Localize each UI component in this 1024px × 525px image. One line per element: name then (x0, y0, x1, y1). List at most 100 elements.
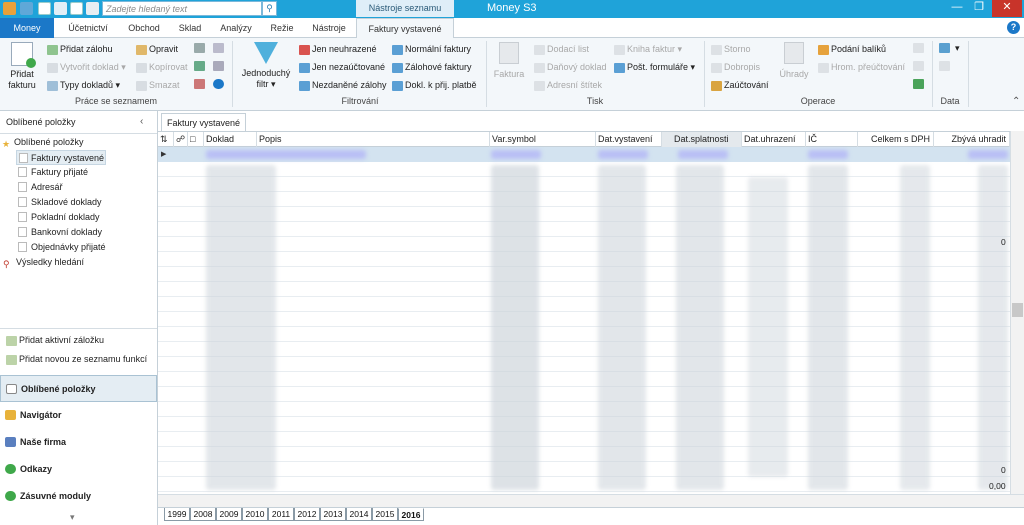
col-dat-uhrazeni[interactable]: Dat.uhrazení (742, 132, 806, 147)
col-ic[interactable]: IČ (806, 132, 858, 147)
year-tab[interactable]: 2014 (346, 508, 372, 521)
post-button[interactable]: Zaúčtování (711, 79, 769, 91)
normal-inv-button[interactable]: Normální faktury (392, 43, 471, 55)
tree-item-adresar[interactable]: Adresář (0, 180, 106, 195)
unlock-icon[interactable] (913, 61, 924, 71)
post-forms-button[interactable]: Pošt. formuláře ▾ (614, 61, 695, 73)
payments-button[interactable]: Úhrady (776, 42, 812, 80)
minimize-icon[interactable]: — (946, 0, 968, 17)
tab-rezie[interactable]: Režie (264, 18, 300, 38)
create-doc-button[interactable]: Vytvořit doklad ▾ (47, 61, 126, 73)
data-export-icon[interactable] (939, 43, 950, 53)
scroll-thumb[interactable] (1012, 303, 1023, 317)
year-tab-active[interactable]: 2016 (398, 508, 424, 521)
address-label-button[interactable]: Adresní štítek (534, 79, 602, 91)
horizontal-scrollbar[interactable] (158, 494, 1024, 507)
col-dat-vystaveni[interactable]: Dat.vystavení (596, 132, 662, 147)
year-tab[interactable]: 1999 (164, 508, 190, 521)
year-tab[interactable]: 2011 (268, 508, 294, 521)
year-tab[interactable]: 2008 (190, 508, 216, 521)
year-tab[interactable]: 2010 (242, 508, 268, 521)
tab-analyzy[interactable]: Analýzy (214, 18, 258, 38)
print-invoice-button[interactable]: Faktura (491, 42, 527, 80)
close-icon[interactable]: ✕ (992, 0, 1022, 17)
collapse-icon[interactable]: ‹ (140, 116, 143, 127)
ribbon-collapse-icon[interactable]: ⌃ (1012, 96, 1020, 107)
delivery-note-button[interactable]: Dodací list (534, 43, 589, 55)
untaxed-adv-button[interactable]: Nezdaněné zálohy (299, 79, 387, 91)
cancel-button[interactable]: Storno (711, 43, 751, 55)
only-unpaid-button[interactable]: Jen neuhrazené (299, 43, 377, 55)
col-celkem[interactable]: Celkem s DPH (858, 132, 934, 147)
tree-item-faktury-vystavene[interactable]: Faktury vystavené (16, 150, 106, 165)
search-input[interactable]: Zadejte hledaný text (102, 1, 262, 16)
tree-item-objednavky[interactable]: Objednávky přijaté (0, 240, 106, 255)
tax-doc-button[interactable]: Daňový doklad (534, 61, 607, 73)
doc-to-payment-button[interactable]: Dokl. k přij. platbě (392, 79, 477, 91)
expand-nav-icon[interactable]: ▾ (70, 512, 75, 523)
search-icon[interactable]: ⚲ (262, 1, 277, 16)
tab-nastroje[interactable]: Nástroje (306, 18, 352, 38)
add-advance-button[interactable]: Přidat zálohu (47, 43, 113, 55)
copy-button[interactable]: Kopírovat (136, 61, 188, 73)
restore-icon[interactable]: ❐ (968, 0, 990, 17)
only-unposted-button[interactable]: Jen nezaúčtované (299, 61, 385, 73)
col-popis[interactable]: Popis (257, 132, 490, 147)
document-icon[interactable] (38, 2, 51, 15)
list-icon[interactable] (70, 2, 83, 15)
tree-item-bankovni[interactable]: Bankovní doklady (0, 225, 106, 240)
notes-icon[interactable] (213, 43, 224, 53)
tree-item-search-results[interactable]: ⚲ Výsledky hledání (0, 255, 106, 270)
tab-money[interactable]: Money (0, 18, 54, 38)
advance-inv-button[interactable]: Zálohové faktury (392, 61, 472, 73)
delete-button[interactable]: Smazat (136, 79, 180, 91)
doc-types-button[interactable]: Typy dokladů ▾ (47, 79, 120, 91)
send-parcels-button[interactable]: Podání balíků (818, 43, 886, 55)
nav-oblibene[interactable]: Oblíbené položky (0, 375, 157, 402)
col-var-symbol[interactable]: Var.symbol (490, 132, 596, 147)
tree-item-faktury-prijate[interactable]: Faktury přijaté (0, 165, 106, 180)
col-zbyva[interactable]: Zbývá uhradit (934, 132, 1010, 147)
settings-icon[interactable] (194, 79, 205, 89)
tab-ucetnictvi[interactable]: Účetnictví (56, 18, 120, 38)
invoice-grid[interactable]: ▶ 0 0 0,00 (158, 147, 1010, 495)
lock-icon[interactable] (913, 43, 924, 53)
tree-item-skladove[interactable]: Skladové doklady (0, 195, 106, 210)
vertical-scrollbar[interactable] (1010, 131, 1024, 495)
nav-odkazy[interactable]: Odkazy (0, 456, 157, 483)
tree-icon[interactable] (913, 79, 924, 89)
document-tab[interactable]: Faktury vystavené (161, 113, 246, 132)
help-icon[interactable]: ? (1007, 21, 1020, 34)
save-icon[interactable] (20, 2, 33, 15)
export-icon[interactable] (194, 61, 205, 71)
edit-button[interactable]: Opravit (136, 43, 178, 55)
add-new-link[interactable]: Přidat novou ze seznamu funkcí (6, 352, 147, 367)
nav-nase-firma[interactable]: Naše firma (0, 429, 157, 456)
year-tab[interactable]: 2015 (372, 508, 398, 521)
tree-item-favorites[interactable]: ★ Oblíbené položky (0, 135, 106, 150)
note-col-icon[interactable]: □ (188, 132, 204, 147)
nav-zasuvne-moduly[interactable]: Zásuvné moduly (0, 483, 157, 510)
tab-sklad[interactable]: Sklad (172, 18, 208, 38)
attachment-col-icon[interactable]: ☍ (174, 132, 188, 147)
tree-item-pokladni[interactable]: Pokladní doklady (0, 210, 106, 225)
info-icon[interactable] (213, 79, 224, 89)
tab-faktury-vystavene[interactable]: Faktury vystavené (356, 18, 454, 39)
attachment-icon[interactable] (194, 43, 205, 53)
col-doklad[interactable]: Doklad (204, 132, 257, 147)
year-tab[interactable]: 2009 (216, 508, 242, 521)
col-dat-splatnosti[interactable]: Dat.splatnosti (662, 132, 742, 147)
year-tab[interactable]: 2012 (294, 508, 320, 521)
simple-filter-button[interactable]: Jednoduchý filtr ▾ (238, 42, 294, 90)
nav-navigator[interactable]: Navigátor (0, 402, 157, 429)
tab-obchod[interactable]: Obchod (122, 18, 166, 38)
year-tab[interactable]: 2013 (320, 508, 346, 521)
columns-icon[interactable] (213, 61, 224, 71)
sort-icon[interactable]: ⇅ (158, 132, 174, 147)
credit-note-button[interactable]: Dobropis (711, 61, 760, 73)
bulk-transfer-button[interactable]: Hrom. přeúčtování (818, 61, 905, 73)
add-active-link[interactable]: Přidat aktivní záložku (6, 333, 104, 348)
inv-book-button[interactable]: Kniha faktur ▾ (614, 43, 682, 55)
data-dropdown-icon[interactable]: ▾ (955, 42, 960, 54)
data-delete-icon[interactable] (939, 61, 950, 71)
